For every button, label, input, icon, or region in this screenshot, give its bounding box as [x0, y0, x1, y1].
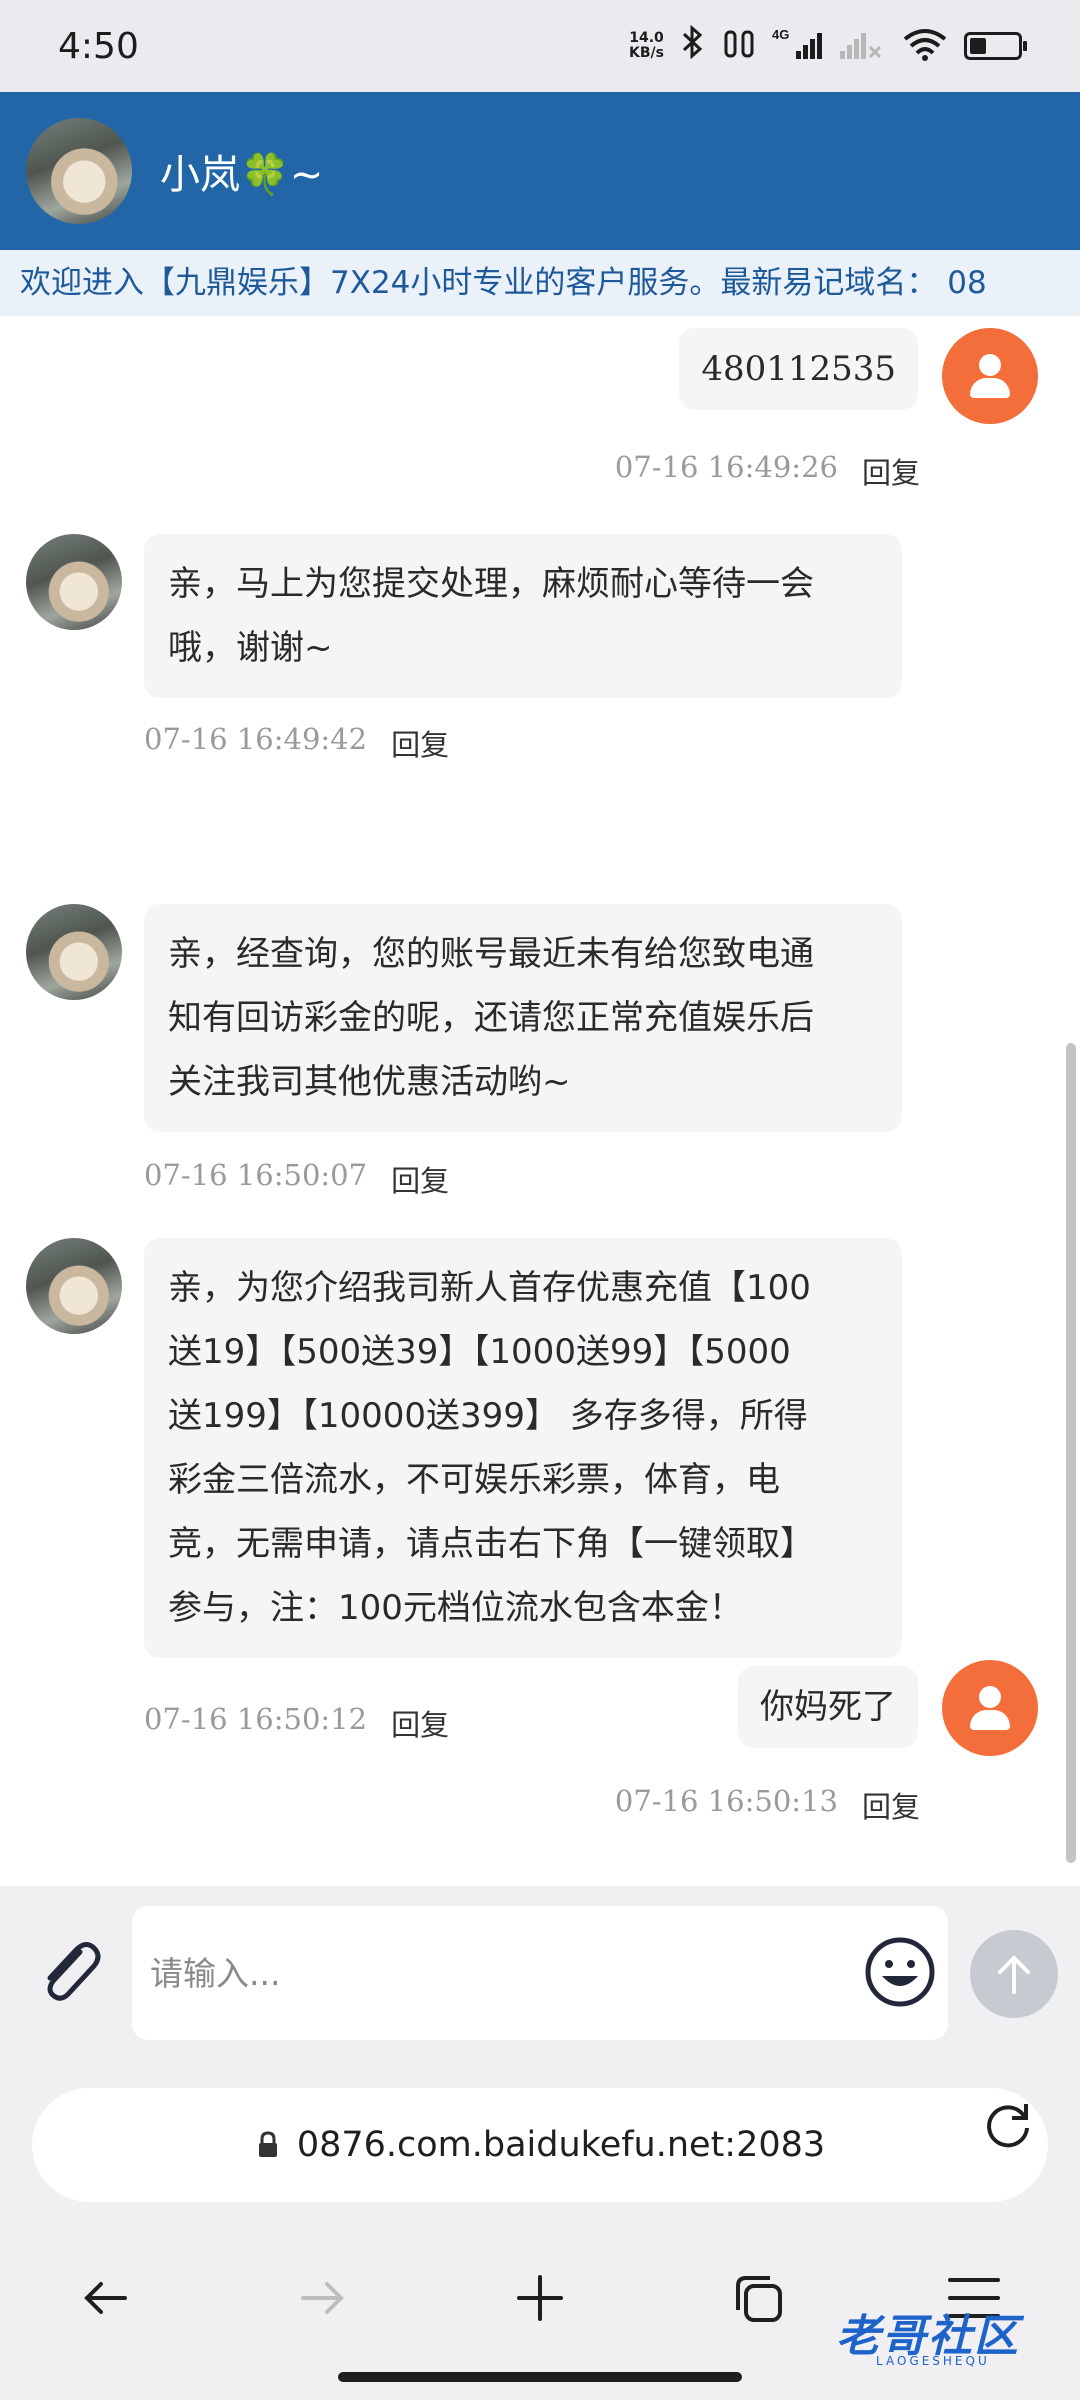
plus-icon: [517, 2275, 563, 2321]
message-incoming: 亲，为您介绍我司新人首存优惠充值【100 送19】【500送39】【1000送9…: [0, 1238, 1080, 1742]
battery-icon: [964, 32, 1027, 60]
url-text: 0876.com.baidukefu.net:2083: [296, 2125, 826, 2165]
tabs-icon: [736, 2276, 782, 2322]
message-time: 07-16 16:50:07: [144, 1158, 368, 1192]
forward-button[interactable]: [282, 2258, 362, 2338]
message-line: 送199】【10000送399】 多存多得，所得: [168, 1396, 808, 1436]
status-time: 4:50: [58, 25, 139, 67]
message-time: 07-16 16:49:42: [144, 722, 368, 756]
message-line: 亲，为您介绍我司新人首存优惠充值【100: [168, 1268, 811, 1308]
browser-address-bar: 0876.com.baidukefu.net:2083: [0, 2066, 1080, 2216]
message-bubble: 亲，经查询，您的账号最近未有给您致电通 知有回访彩金的呢，还请您正常充值娱乐后 …: [144, 904, 902, 1132]
tabs-button[interactable]: [718, 2258, 798, 2338]
message-line: 送19】【500送39】【1000送99】【5000: [168, 1332, 791, 1372]
back-arrow-icon: [84, 2282, 127, 2314]
message-input[interactable]: [148, 1952, 848, 1994]
contact-name: 小岚🍀~: [160, 152, 324, 198]
message-line: 竞，无需申请，请点击右下角【一键领取】: [168, 1524, 814, 1564]
message-time: 07-16 16:49:26: [614, 450, 838, 484]
message-bubble: 亲，马上为您提交处理，麻烦耐心等待一会 哦，谢谢~: [144, 534, 902, 698]
status-icons: 14.0 KB/s 4G: [629, 24, 1027, 67]
net-speed-unit: KB/s: [629, 45, 664, 61]
message-incoming: 亲，马上为您提交处理，麻烦耐心等待一会 哦，谢谢~ 07-16 16:49:42…: [0, 534, 1080, 784]
home-indicator[interactable]: [338, 2372, 742, 2382]
message-bubble: 亲，为您介绍我司新人首存优惠充值【100 送19】【500送39】【1000送9…: [144, 1238, 902, 1658]
forward-arrow-icon: [301, 2282, 344, 2314]
new-tab-button[interactable]: [500, 2258, 580, 2338]
emoji-icon[interactable]: [862, 1934, 938, 2010]
message-meta: 07-16 16:49:42 回复: [144, 722, 449, 764]
message-meta: 07-16 16:50:07 回复: [144, 1158, 449, 1200]
message-outgoing: 你妈死了 07-16 16:50:13 回复: [0, 1660, 1080, 1846]
message-line: 知有回访彩金的呢，还请您正常充值娱乐后: [168, 998, 814, 1038]
back-button[interactable]: [66, 2258, 146, 2338]
message-line: 彩金三倍流水，不可娱乐彩票，体育，电: [168, 1460, 780, 1500]
chat-area[interactable]: 480112535 07-16 16:49:26 回复 亲，马上为您提交处理，麻…: [0, 316, 1080, 1886]
contact-avatar[interactable]: [26, 118, 132, 224]
message-bubble: 你妈死了: [738, 1666, 918, 1748]
reply-link[interactable]: 回复: [862, 1784, 920, 1826]
message-outgoing: 480112535 07-16 16:49:26 回复: [0, 316, 1080, 496]
net-speed: 14.0 KB/s: [629, 31, 664, 61]
notice-marquee: 欢迎进入【九鼎娱乐】7X24小时专业的客户服务。最新易记域名： 08: [0, 250, 1080, 316]
lock-icon[interactable]: [255, 2130, 281, 2160]
message-line: 亲，马上为您提交处理，麻烦耐心等待一会: [168, 564, 814, 604]
reply-link[interactable]: 回复: [391, 1158, 449, 1200]
message-line: 哦，谢谢~: [168, 628, 333, 668]
wifi-icon: [902, 27, 948, 65]
message-text: 你妈死了: [760, 1687, 896, 1727]
svg-text:4G: 4G: [772, 27, 789, 42]
watermark-subtext: LAOGESHEQU: [876, 2354, 990, 2368]
message-line: 参与，注：100元档位流水包含本金！: [168, 1588, 743, 1628]
message-bubble: 480112535: [679, 328, 918, 410]
status-bar: 4:50 14.0 KB/s 4G: [0, 0, 1080, 92]
send-button[interactable]: [970, 1930, 1058, 2018]
message-line: 亲，经查询，您的账号最近未有给您致电通: [168, 934, 814, 974]
bluetooth-icon: [680, 24, 706, 67]
earbuds-icon: [722, 27, 756, 65]
agent-avatar: [26, 904, 122, 1000]
chat-header: 小岚🍀~: [0, 92, 1080, 250]
agent-avatar: [26, 1238, 122, 1334]
composer-bar: [0, 1886, 1080, 2066]
url-field[interactable]: 0876.com.baidukefu.net:2083: [32, 2088, 1048, 2202]
net-speed-value: 14.0: [629, 30, 664, 46]
message-time: 07-16 16:50:13: [614, 1784, 838, 1818]
reply-link[interactable]: 回复: [862, 450, 920, 492]
paperclip-icon[interactable]: [28, 1930, 108, 2010]
user-avatar: [942, 1660, 1038, 1756]
message-meta: 07-16 16:49:26 回复: [615, 450, 920, 492]
message-incoming: 亲，经查询，您的账号最近未有给您致电通 知有回访彩金的呢，还请您正常充值娱乐后 …: [0, 904, 1080, 1204]
signal-sim2-icon: [838, 27, 886, 65]
reply-link[interactable]: 回复: [391, 722, 449, 764]
send-arrow-icon: [998, 1955, 1030, 1994]
chat-scrollbar[interactable]: [1066, 1043, 1076, 1863]
message-text: 480112535: [701, 349, 896, 389]
user-avatar: [942, 328, 1038, 424]
agent-avatar: [26, 534, 122, 630]
reload-icon[interactable]: [980, 2096, 1036, 2152]
message-line: 关注我司其他优惠活动哟~: [168, 1062, 571, 1102]
signal-icon: 4G: [772, 27, 822, 65]
message-meta: 07-16 16:50:13 回复: [615, 1784, 920, 1826]
notice-text: 欢迎进入【九鼎娱乐】7X24小时专业的客户服务。最新易记域名： 08: [20, 265, 987, 301]
message-input-box[interactable]: [132, 1906, 948, 2040]
